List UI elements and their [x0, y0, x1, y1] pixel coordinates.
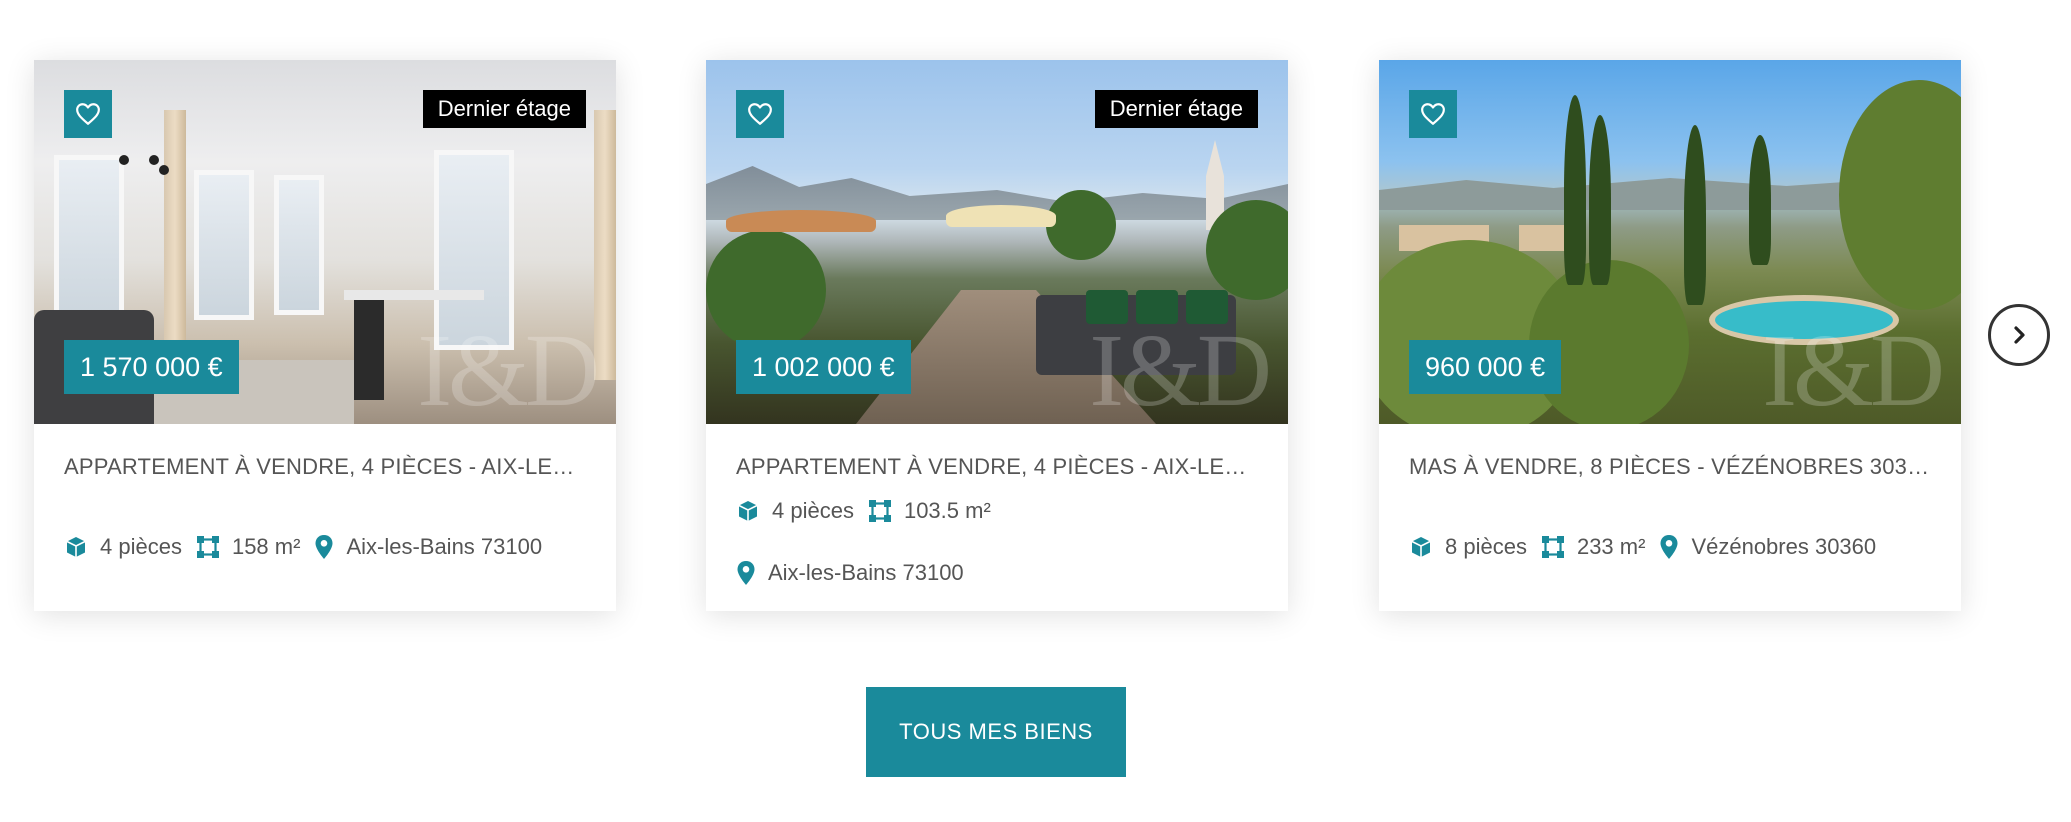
area-value: 233 m²: [1576, 534, 1646, 559]
watermark-logo: I&D: [1089, 313, 1272, 424]
all-listings-button[interactable]: TOUS MES BIENS: [866, 687, 1126, 777]
area-feature: 233 m²: [1541, 532, 1645, 562]
heart-outline-icon: [1421, 103, 1445, 125]
cube-icon: [738, 501, 758, 521]
listing-features: 4 pièces 103.5 m² Aix-les-Bains 73100: [736, 496, 1258, 588]
price-tag: 1 570 000 €: [64, 340, 239, 394]
favorite-button[interactable]: [64, 90, 112, 138]
heart-outline-icon: [76, 103, 100, 125]
location-feature: Aix-les-Bains 73100: [736, 558, 964, 588]
property-card[interactable]: I&D Dernier étage 1 002 000 € APPARTEMEN…: [706, 60, 1288, 611]
listing-features: 8 pièces 233 m² Vézénobres 30360: [1409, 532, 1931, 562]
listings-carousel: I&D Dernier étage 1 570 000 € APPARTEMEN…: [0, 0, 2071, 822]
location-feature: Aix-les-Bains 73100: [314, 532, 542, 562]
listing-title[interactable]: MAS À VENDRE, 8 PIÈCES - VÉZÉNOBRES 3036…: [1409, 452, 1931, 482]
favorite-button[interactable]: [1409, 90, 1457, 138]
rooms-value: 4 pièces: [100, 534, 182, 559]
heart-outline-icon: [748, 103, 772, 125]
chevron-right-icon: [2014, 326, 2025, 344]
area-value: 158 m²: [231, 534, 301, 559]
map-pin-icon: [737, 561, 755, 585]
surface-icon: [196, 536, 219, 558]
property-photo[interactable]: I&D Dernier étage 1 002 000 €: [706, 60, 1288, 424]
favorite-button[interactable]: [736, 90, 784, 138]
map-pin-icon: [315, 535, 333, 559]
surface-icon: [868, 500, 891, 522]
map-pin-icon: [1660, 535, 1678, 559]
watermark-logo: I&D: [417, 313, 600, 424]
property-photo[interactable]: I&D 960 000 €: [1379, 60, 1961, 424]
area-value: 103.5 m²: [903, 498, 991, 523]
rooms-value: 8 pièces: [1445, 534, 1527, 559]
property-photo[interactable]: I&D Dernier étage 1 570 000 €: [34, 60, 616, 424]
rooms-feature: 4 pièces: [736, 496, 854, 526]
price-tag: 960 000 €: [1409, 340, 1562, 394]
top-floor-badge: Dernier étage: [422, 90, 586, 128]
listing-features: 4 pièces 158 m² Aix-les-Bains 73100: [64, 532, 586, 562]
cube-icon: [1411, 537, 1431, 557]
area-feature: 103.5 m²: [868, 496, 991, 526]
surface-icon: [1541, 536, 1564, 558]
location-feature: Vézénobres 30360: [1659, 532, 1876, 562]
listing-title[interactable]: APPARTEMENT À VENDRE, 4 PIÈCES - AIX-LES…: [64, 452, 586, 482]
property-card[interactable]: I&D 960 000 € MAS À VENDRE, 8 PIÈCES - V…: [1379, 60, 1961, 611]
location-value: Vézénobres 30360: [1691, 534, 1877, 559]
listing-title[interactable]: APPARTEMENT À VENDRE, 4 PIÈCES - AIX-LES…: [736, 452, 1258, 482]
rooms-feature: 4 pièces: [64, 532, 182, 562]
area-feature: 158 m²: [196, 532, 300, 562]
carousel-next-button[interactable]: [1988, 304, 2050, 366]
price-tag: 1 002 000 €: [736, 340, 911, 394]
rooms-value: 4 pièces: [772, 498, 854, 523]
property-card[interactable]: I&D Dernier étage 1 570 000 € APPARTEMEN…: [34, 60, 616, 611]
cube-icon: [66, 537, 86, 557]
location-value: Aix-les-Bains 73100: [768, 560, 964, 585]
rooms-feature: 8 pièces: [1409, 532, 1527, 562]
top-floor-badge: Dernier étage: [1094, 90, 1258, 128]
watermark-logo: I&D: [1762, 313, 1945, 424]
location-value: Aix-les-Bains 73100: [346, 534, 543, 559]
